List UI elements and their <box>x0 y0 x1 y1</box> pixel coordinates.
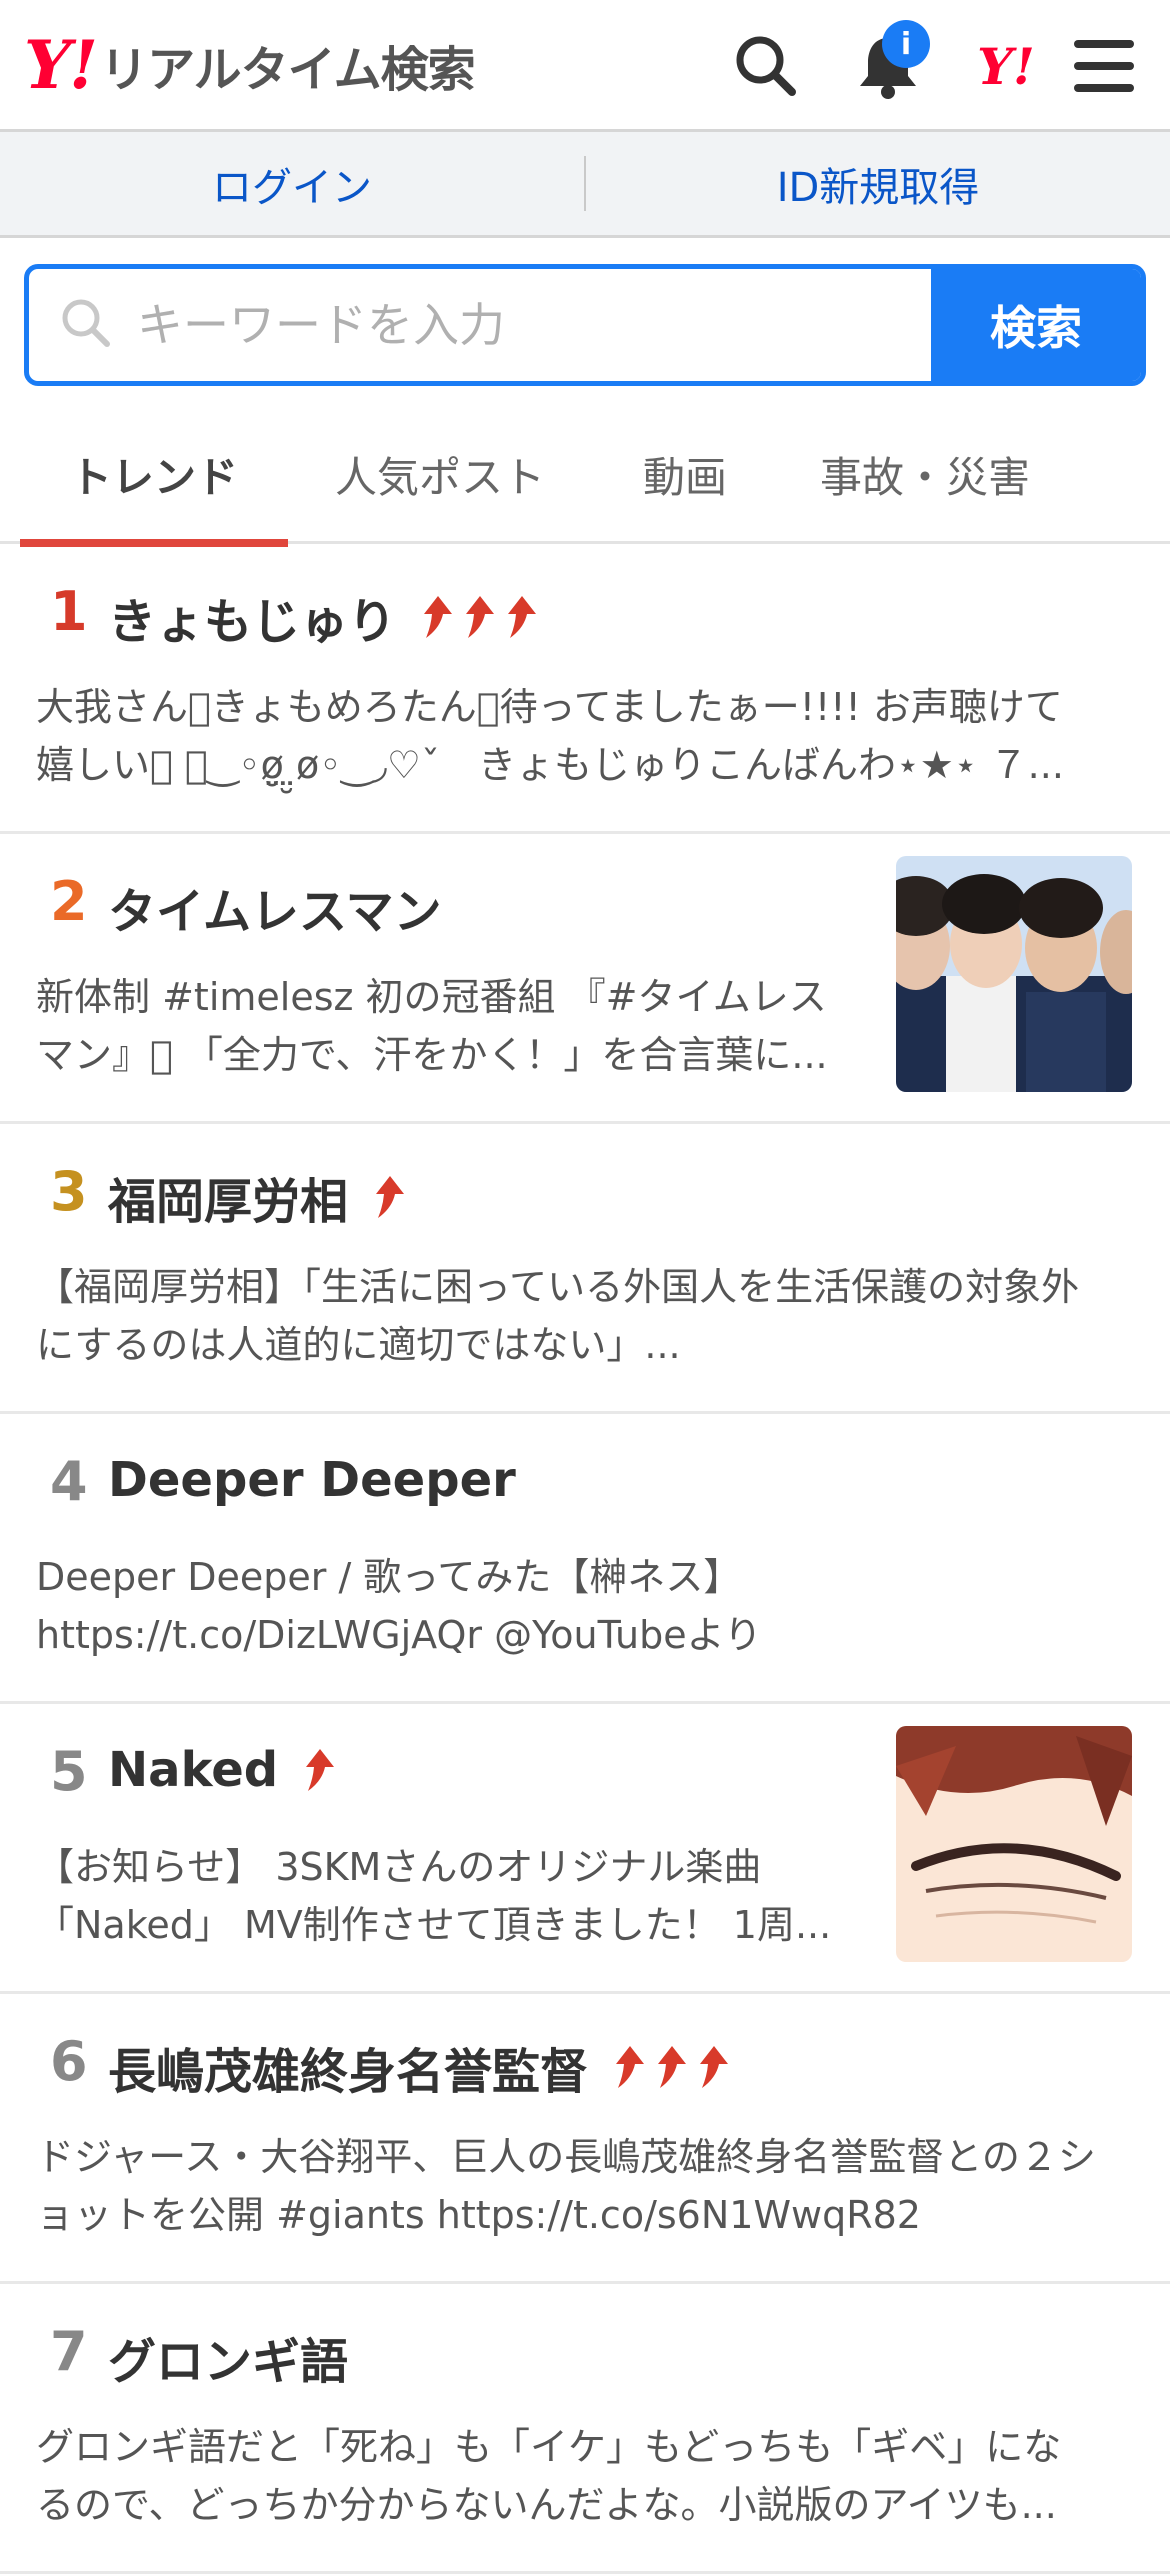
trend-snippet: 【お知らせ】 3SKMさんのオリジナル楽曲「Naked」 MV制作させて頂きまし… <box>36 1845 832 1947</box>
trend-rank: 2 <box>50 870 88 933</box>
trend-title: Deeper Deeper <box>108 1452 516 1508</box>
notification-bell-icon[interactable]: i <box>850 20 930 104</box>
search-field[interactable] <box>29 269 931 381</box>
trend-snippet: グロンギ語だと「死ね」も「イケ」もどっちも「ギベ」になるので、どっちか分からない… <box>36 2425 1062 2527</box>
register-link[interactable]: ID新規取得 <box>586 132 1170 235</box>
trend-item[interactable]: 1 きょもじゅり 大我さん􀀀きょもめろたん􀀀待ってましたぁー!!!! お声聴けて… <box>0 544 1170 834</box>
trend-title: きょもじゅり <box>108 594 397 650</box>
trend-title: タイムレスマン <box>108 884 442 940</box>
search-bar: 検索 <box>24 264 1146 386</box>
search-button[interactable]: 検索 <box>931 269 1141 381</box>
up-arrow-icon <box>700 2046 729 2088</box>
trend-snippet: Deeper Deeper / 歌ってみた【榊ネス】 https://t.co/… <box>36 1555 762 1657</box>
trend-title: グロンギ語 <box>108 2334 349 2390</box>
category-tabs: トレンド 人気ポスト 動画 事故・災害 <box>0 404 1170 547</box>
trend-item[interactable]: 2 タイムレスマン 新体制 #timelesz 初の冠番組 『#タイムレスマン』… <box>0 834 1170 1124</box>
tab-popular-posts[interactable]: 人気ポスト <box>310 404 570 544</box>
rising-arrow-icon <box>366 1174 408 1220</box>
trend-thumbnail-image[interactable] <box>896 856 1132 1092</box>
rising-arrows-icon <box>414 594 540 640</box>
up-arrow-icon <box>466 596 495 638</box>
login-link[interactable]: ログイン <box>0 132 584 235</box>
trend-rank: 5 <box>50 1740 88 1803</box>
search-icon[interactable] <box>728 28 804 104</box>
trend-thumbnail-image[interactable] <box>896 1726 1132 1962</box>
yahoo-top-icon[interactable]: Y! <box>968 28 1044 104</box>
logo-text: リアルタイム検索 <box>100 42 476 98</box>
trend-snippet: 【福岡厚労相】「生活に困っている外国人を生活保護の対象外にするのは人道的に適切で… <box>36 1265 1080 1367</box>
search-field-icon <box>59 296 113 354</box>
trend-rank: 4 <box>50 1450 88 1513</box>
up-arrow-icon <box>306 1749 335 1791</box>
trend-item[interactable]: 6 長嶋茂雄終身名誉監督 ドジャース・大谷翔平、巨人の長嶋茂雄終身名誉監督との２… <box>0 1994 1170 2284</box>
hamburger-menu-icon[interactable] <box>1066 28 1142 104</box>
trend-item[interactable]: 7 グロンギ語 グロンギ語だと「死ね」も「イケ」もどっちも「ギベ」になるので、ど… <box>0 2284 1170 2574</box>
up-arrow-icon <box>658 2046 687 2088</box>
up-arrow-icon <box>508 596 537 638</box>
rising-arrows-icon <box>606 2044 732 2090</box>
yahoo-logo-mark: Y! <box>24 26 98 104</box>
trend-snippet: ドジャース・大谷翔平、巨人の長嶋茂雄終身名誉監督との２ショットを公開 #gian… <box>36 2135 1096 2237</box>
tab-accidents-disasters[interactable]: 事故・災害 <box>790 404 1060 544</box>
search-input[interactable] <box>135 297 859 353</box>
trend-title: 長嶋茂雄終身名誉監督 <box>108 2044 589 2100</box>
trend-title: Naked <box>108 1742 279 1798</box>
trend-title: 福岡厚労相 <box>108 1174 349 1230</box>
trend-rank: 3 <box>50 1160 88 1223</box>
tab-trend[interactable]: トレンド <box>20 404 288 547</box>
app-header: Y! リアルタイム検索 i Y! <box>0 0 1170 132</box>
notification-badge: i <box>882 20 930 68</box>
trend-rank: 6 <box>50 2030 88 2093</box>
up-arrow-icon <box>424 596 453 638</box>
rising-arrow-icon <box>296 1747 338 1793</box>
yahoo-mark: Y! <box>977 36 1035 96</box>
trend-snippet: 大我さん􀀀きょもめろたん􀀀待ってましたぁー!!!! お声聴けて嬉しい􀀀 􀀀‿◦ø… <box>36 685 1064 787</box>
trend-rank: 1 <box>50 580 88 643</box>
auth-bar: ログイン ID新規取得 <box>0 132 1170 238</box>
up-arrow-icon <box>376 1176 405 1218</box>
trend-rank: 7 <box>50 2320 88 2383</box>
tab-videos[interactable]: 動画 <box>600 404 770 544</box>
trend-item[interactable]: 3 福岡厚労相 【福岡厚労相】「生活に困っている外国人を生活保護の対象外にするの… <box>0 1124 1170 1414</box>
trend-list: 1 きょもじゅり 大我さん􀀀きょもめろたん􀀀待ってましたぁー!!!! お声聴けて… <box>0 544 1170 2574</box>
trend-item[interactable]: 4 Deeper Deeper Deeper Deeper / 歌ってみた【榊ネ… <box>0 1414 1170 1704</box>
up-arrow-icon <box>616 2046 645 2088</box>
trend-item[interactable]: 5 Naked 【お知らせ】 3SKMさんのオリジナル楽曲「Naked」 MV制… <box>0 1704 1170 1994</box>
trend-snippet: 新体制 #timelesz 初の冠番組 『#タイムレスマン』􀀀 「全力で、汗をか… <box>36 975 828 1077</box>
yahoo-realtime-logo[interactable]: Y! リアルタイム検索 <box>24 26 476 104</box>
